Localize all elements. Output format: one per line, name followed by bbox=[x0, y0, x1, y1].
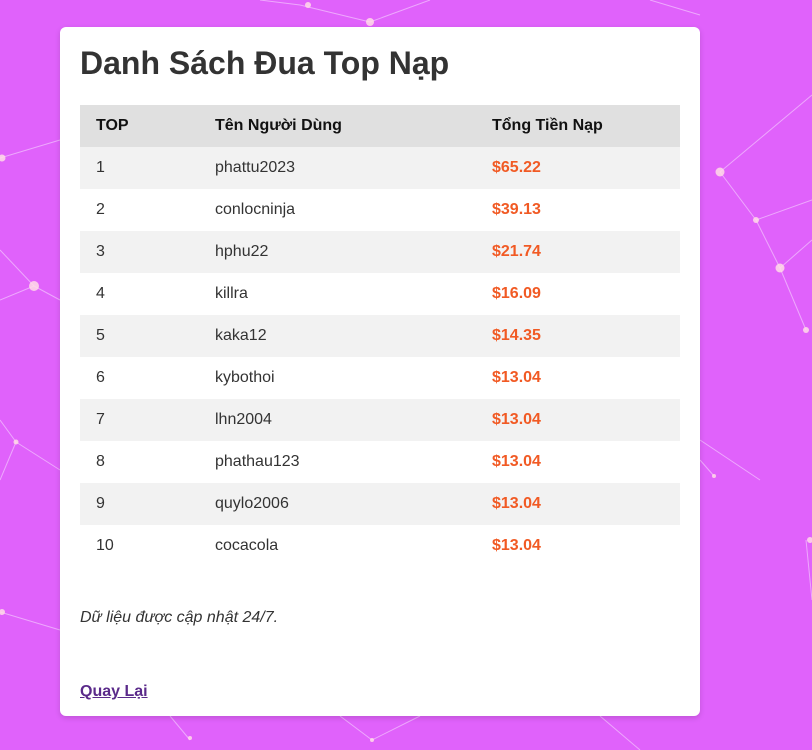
rank-cell: 3 bbox=[80, 231, 199, 273]
amount-cell: $13.04 bbox=[476, 357, 680, 399]
rank-cell: 10 bbox=[80, 525, 199, 567]
table-row: 3 hphu22 $21.74 bbox=[80, 231, 680, 273]
username-cell: conlocninja bbox=[199, 189, 476, 231]
amount-cell: $39.13 bbox=[476, 189, 680, 231]
table-row: 10 cocacola $13.04 bbox=[80, 525, 680, 567]
top-up-ranking-table: TOP Tên Người Dùng Tổng Tiền Nạp 1 phatt… bbox=[80, 105, 680, 567]
username-cell: kaka12 bbox=[199, 315, 476, 357]
username-cell: lhn2004 bbox=[199, 399, 476, 441]
amount-cell: $13.04 bbox=[476, 399, 680, 441]
username-cell: killra bbox=[199, 273, 476, 315]
column-header-total-amount: Tổng Tiền Nạp bbox=[476, 105, 680, 147]
table-row: 9 quylo2006 $13.04 bbox=[80, 483, 680, 525]
rank-cell: 2 bbox=[80, 189, 199, 231]
rank-cell: 4 bbox=[80, 273, 199, 315]
back-link[interactable]: Quay Lại bbox=[80, 683, 148, 701]
column-header-top: TOP bbox=[80, 105, 199, 147]
table-row: 6 kybothoi $13.04 bbox=[80, 357, 680, 399]
table-row: 8 phathau123 $13.04 bbox=[80, 441, 680, 483]
rank-cell: 5 bbox=[80, 315, 199, 357]
page-title: Danh Sách Đua Top Nạp bbox=[80, 45, 450, 81]
username-cell: phattu2023 bbox=[199, 147, 476, 189]
amount-cell: $14.35 bbox=[476, 315, 680, 357]
leaderboard-card: Danh Sách Đua Top Nạp TOP Tên Người Dùng… bbox=[60, 27, 700, 716]
username-cell: cocacola bbox=[199, 525, 476, 567]
amount-cell: $13.04 bbox=[476, 525, 680, 567]
table-row: 2 conlocninja $39.13 bbox=[80, 189, 680, 231]
table-row: 7 lhn2004 $13.04 bbox=[80, 399, 680, 441]
rank-cell: 6 bbox=[80, 357, 199, 399]
table-header-row: TOP Tên Người Dùng Tổng Tiền Nạp bbox=[80, 105, 680, 147]
username-cell: kybothoi bbox=[199, 357, 476, 399]
table-row: 4 killra $16.09 bbox=[80, 273, 680, 315]
amount-cell: $13.04 bbox=[476, 441, 680, 483]
rank-cell: 1 bbox=[80, 147, 199, 189]
username-cell: phathau123 bbox=[199, 441, 476, 483]
username-cell: quylo2006 bbox=[199, 483, 476, 525]
username-cell: hphu22 bbox=[199, 231, 476, 273]
amount-cell: $65.22 bbox=[476, 147, 680, 189]
rank-cell: 8 bbox=[80, 441, 199, 483]
rank-cell: 9 bbox=[80, 483, 199, 525]
table-row: 1 phattu2023 $65.22 bbox=[80, 147, 680, 189]
amount-cell: $21.74 bbox=[476, 231, 680, 273]
table-row: 5 kaka12 $14.35 bbox=[80, 315, 680, 357]
update-note: Dữ liệu được cập nhật 24/7. bbox=[80, 609, 279, 626]
column-header-username: Tên Người Dùng bbox=[199, 105, 476, 147]
amount-cell: $16.09 bbox=[476, 273, 680, 315]
amount-cell: $13.04 bbox=[476, 483, 680, 525]
rank-cell: 7 bbox=[80, 399, 199, 441]
